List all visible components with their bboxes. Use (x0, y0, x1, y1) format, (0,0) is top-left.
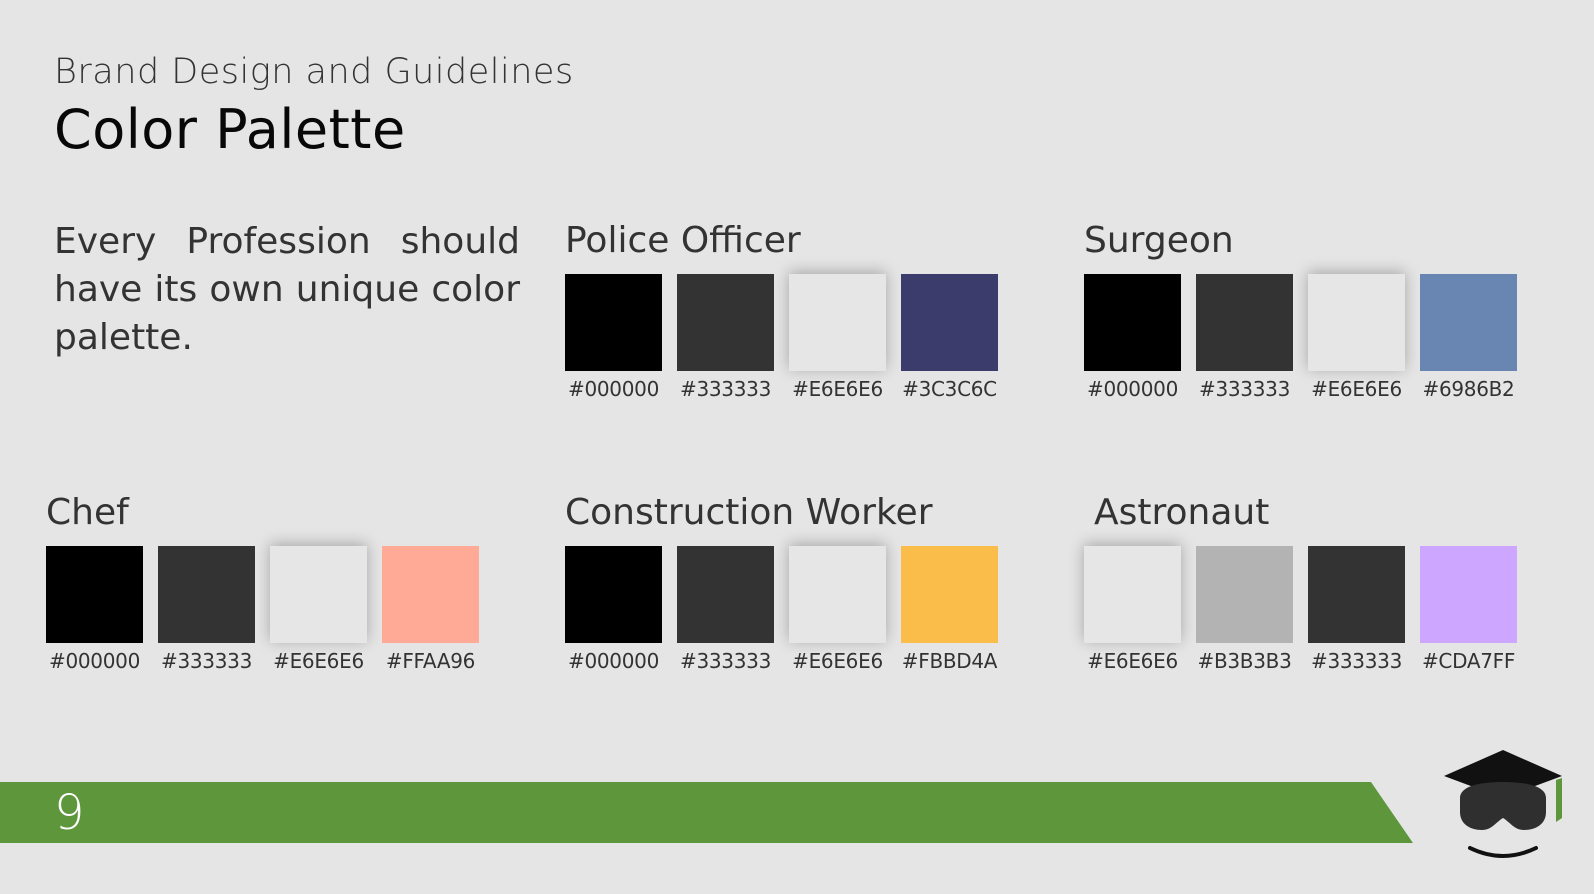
hex-label: #E6E6E6 (792, 649, 883, 673)
swatch: #333333 (1196, 274, 1293, 401)
swatch: #333333 (1308, 546, 1405, 673)
color-chip (565, 274, 662, 371)
cap-tassel (1556, 778, 1562, 822)
hex-label: #B3B3B3 (1197, 649, 1292, 673)
hex-label: #000000 (567, 377, 659, 401)
hex-label: #FBBD4A (901, 649, 998, 673)
graduation-cap-goggles-logo-icon (1444, 750, 1562, 858)
palette-construction-worker: Construction Worker #000000 #333333 #E6E… (565, 490, 998, 673)
slide-subtitle: Brand Design and Guidelines (54, 52, 574, 92)
palette-chef: Chef #000000 #333333 #E6E6E6 #FFAA96 (46, 490, 479, 673)
color-chip (1420, 274, 1517, 371)
palette-astronaut: Astronaut #E6E6E6 #B3B3B3 #333333 #CDA7F… (1084, 490, 1517, 673)
swatch: #3C3C6C (901, 274, 998, 401)
color-chip (1308, 274, 1405, 371)
color-chip (1084, 274, 1181, 371)
palette-title: Construction Worker (565, 492, 933, 533)
palette-title: Police Officer (565, 220, 801, 261)
swatch: #000000 (1084, 274, 1181, 401)
swatch: #6986B2 (1420, 274, 1517, 401)
swatch: #333333 (677, 546, 774, 673)
goggle-lens (1460, 782, 1546, 830)
footer-bar-shape (0, 782, 1413, 843)
color-chip (1420, 546, 1517, 643)
swatch: #E6E6E6 (270, 546, 367, 673)
palette-surgeon: Surgeon #000000 #333333 #E6E6E6 #6986B2 (1084, 218, 1517, 401)
hex-label: #000000 (1086, 377, 1178, 401)
page-number: 9 (54, 785, 85, 841)
hex-label: #333333 (160, 649, 252, 673)
hex-label: #333333 (679, 649, 771, 673)
color-chip (677, 274, 774, 371)
color-chip (270, 546, 367, 643)
color-chip (901, 546, 998, 643)
color-chip (789, 274, 886, 371)
color-chip (382, 546, 479, 643)
color-chip (901, 274, 998, 371)
swatch: #E6E6E6 (1084, 546, 1181, 673)
hex-label: #333333 (679, 377, 771, 401)
swatch: #E6E6E6 (789, 546, 886, 673)
hex-label: #CDA7FF (1421, 649, 1516, 673)
swatch-row: #000000 #333333 #E6E6E6 #FBBD4A (565, 546, 998, 673)
intro-text: Every Profession should have its own uni… (54, 221, 520, 358)
footer-bar (0, 782, 1413, 843)
slide-title: Color Palette (54, 98, 406, 161)
hex-label: #E6E6E6 (1087, 649, 1178, 673)
swatch: #FBBD4A (901, 546, 998, 673)
color-chip (46, 546, 143, 643)
hex-label: #6986B2 (1422, 377, 1515, 401)
color-chip (158, 546, 255, 643)
color-chip (565, 546, 662, 643)
swatch: #000000 (565, 546, 662, 673)
swatch: #333333 (158, 546, 255, 673)
hex-label: #000000 (567, 649, 659, 673)
color-chip (1196, 274, 1293, 371)
swatch: #B3B3B3 (1196, 546, 1293, 673)
hex-label: #3C3C6C (902, 377, 997, 401)
color-chip (789, 546, 886, 643)
palette-police-officer: Police Officer #000000 #333333 #E6E6E6 #… (565, 218, 998, 401)
hex-label: #FFAA96 (385, 649, 476, 673)
swatch: #000000 (46, 546, 143, 673)
swatch: #000000 (565, 274, 662, 401)
swatch: #E6E6E6 (1308, 274, 1405, 401)
swatch: #FFAA96 (382, 546, 479, 673)
hex-label: #E6E6E6 (792, 377, 883, 401)
swatch-row: #000000 #333333 #E6E6E6 #3C3C6C (565, 274, 998, 401)
swatch: #333333 (677, 274, 774, 401)
hex-label: #333333 (1310, 649, 1402, 673)
color-chip (1308, 546, 1405, 643)
color-chip (677, 546, 774, 643)
palette-title: Chef (46, 492, 129, 533)
hex-label: #000000 (48, 649, 140, 673)
palette-title: Astronaut (1094, 492, 1270, 533)
swatch: #E6E6E6 (789, 274, 886, 401)
color-chip (1084, 546, 1181, 643)
smile (1468, 846, 1538, 858)
swatch-row: #000000 #333333 #E6E6E6 #FFAA96 (46, 546, 479, 673)
color-chip (1196, 546, 1293, 643)
swatch-row: #000000 #333333 #E6E6E6 #6986B2 (1084, 274, 1517, 401)
hex-label: #333333 (1198, 377, 1290, 401)
swatch-row: #E6E6E6 #B3B3B3 #333333 #CDA7FF (1084, 546, 1517, 673)
swatch: #CDA7FF (1420, 546, 1517, 673)
palette-title: Surgeon (1084, 220, 1234, 261)
hex-label: #E6E6E6 (273, 649, 364, 673)
hex-label: #E6E6E6 (1311, 377, 1402, 401)
